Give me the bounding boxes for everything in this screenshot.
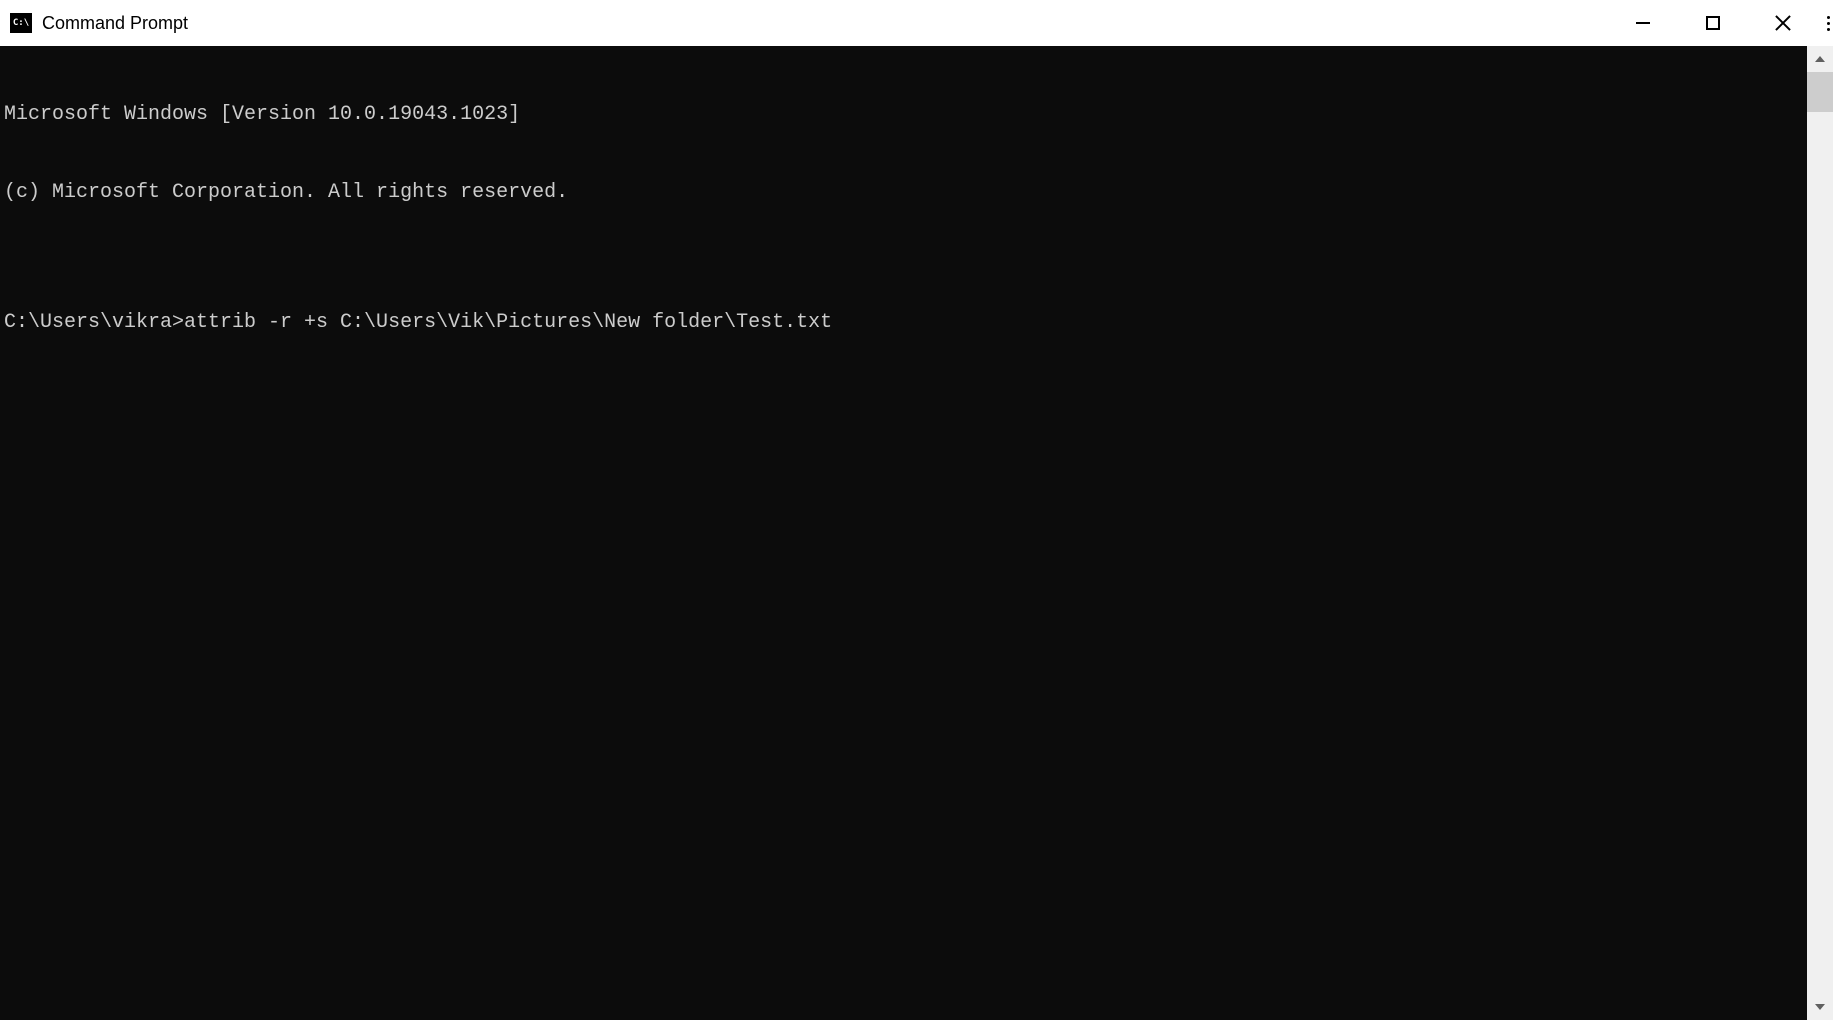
- more-icon: [1827, 16, 1830, 31]
- window-controls: [1608, 0, 1838, 46]
- scrollbar-down-button[interactable]: [1807, 994, 1833, 1020]
- maximize-button[interactable]: [1678, 0, 1748, 46]
- minimize-icon: [1636, 22, 1650, 24]
- terminal-line: C:\Users\vikra>attrib -r +s C:\Users\Vik…: [4, 310, 1803, 336]
- terminal-output[interactable]: Microsoft Windows [Version 10.0.19043.10…: [0, 46, 1807, 1020]
- chevron-down-icon: [1815, 1004, 1825, 1010]
- scrollbar-up-button[interactable]: [1807, 46, 1833, 72]
- vertical-scrollbar[interactable]: [1807, 46, 1833, 1020]
- app-icon-label: C:\: [13, 19, 29, 28]
- maximize-icon: [1706, 16, 1720, 30]
- command-prompt-window: C:\ Command Prompt Microsoft Windows [Ve…: [0, 0, 1838, 1020]
- chevron-up-icon: [1815, 56, 1825, 62]
- close-icon: [1775, 15, 1791, 31]
- minimize-button[interactable]: [1608, 0, 1678, 46]
- scrollbar-thumb[interactable]: [1807, 72, 1833, 112]
- app-icon: C:\: [10, 13, 32, 33]
- right-edge: [1833, 46, 1838, 1020]
- close-button[interactable]: [1748, 0, 1818, 46]
- terminal-line: (c) Microsoft Corporation. All rights re…: [4, 180, 1803, 206]
- scrollbar-track[interactable]: [1807, 72, 1833, 994]
- content-wrapper: Microsoft Windows [Version 10.0.19043.10…: [0, 46, 1838, 1020]
- terminal-line: Microsoft Windows [Version 10.0.19043.10…: [4, 102, 1803, 128]
- more-button[interactable]: [1818, 0, 1838, 46]
- title-bar[interactable]: C:\ Command Prompt: [0, 0, 1838, 46]
- window-title: Command Prompt: [42, 13, 1608, 34]
